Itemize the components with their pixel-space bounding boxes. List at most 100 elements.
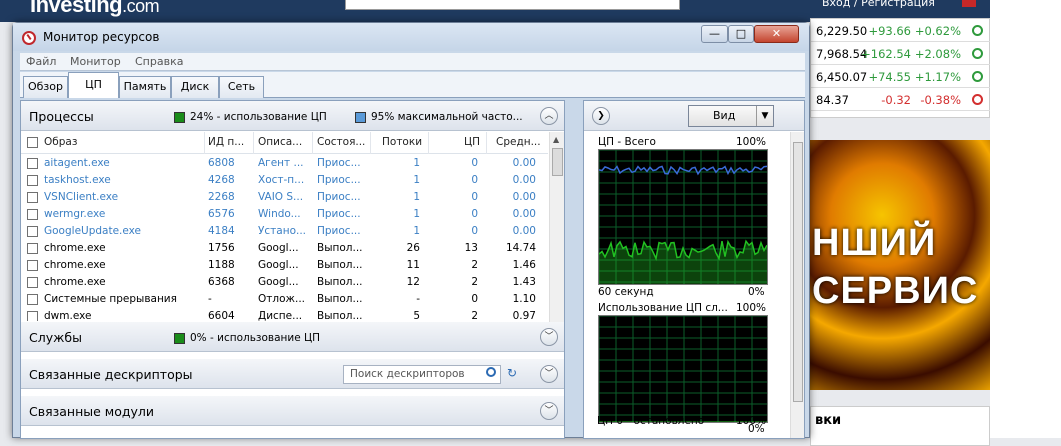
modules-header[interactable]: Связанные модули ﹀	[21, 396, 564, 426]
table-row[interactable]: chrome.exe 1188 Googl... Выпол... 11 2 1.46	[21, 257, 548, 274]
view-dropdown-icon[interactable]: ▼	[756, 106, 773, 126]
menu-monitor[interactable]: Монитор	[70, 55, 121, 68]
row-checkbox[interactable]	[27, 158, 38, 169]
table-row[interactable]: VSNClient.exe 2268 VAIO S... Приос... 1 0 0.00	[21, 189, 548, 206]
scroll-thumb[interactable]	[552, 148, 563, 176]
ad-banner[interactable]	[810, 140, 990, 390]
handles-header[interactable]: Связанные дескрипторы Поиск дескрипторов…	[21, 359, 564, 389]
col-pid[interactable]: ИД п...	[208, 136, 244, 148]
col-average-cpu[interactable]: Средн...	[496, 136, 541, 148]
row-checkbox[interactable]	[27, 311, 38, 321]
row-checkbox[interactable]	[27, 175, 38, 186]
table-row[interactable]: GoogleUpdate.exe 4184 Устано... Приос... 1 0 0…	[21, 223, 548, 240]
cell-desc: Отлож...	[258, 293, 305, 305]
cell-pid: 6604	[208, 310, 235, 321]
cell-image: chrome.exe	[44, 259, 106, 271]
tab-network[interactable]: Сеть	[219, 76, 264, 98]
table-row[interactable]: chrome.exe 1756 Googl... Выпол... 26 13 14.74	[21, 240, 548, 257]
quote-change: +74.55	[868, 70, 911, 84]
quote-row[interactable]: 84.37 -0.32 -0.38%	[811, 88, 991, 111]
col-cpu[interactable]: ЦП	[464, 136, 480, 148]
graph1-min: 0%	[748, 286, 765, 298]
quote-row[interactable]: 7,968.54 +162.54 +2.08%	[811, 42, 991, 65]
left-pane: Процессы 24% - использование ЦП 95% макс…	[20, 100, 565, 439]
ad-text-line2: СЕРВИС	[812, 270, 979, 312]
minimize-button[interactable]: —	[701, 25, 728, 43]
menu-file[interactable]: Файл	[26, 55, 56, 68]
col-threads[interactable]: Потоки	[382, 136, 422, 148]
close-button[interactable]: ✕	[754, 25, 799, 43]
cell-pid: 4184	[208, 225, 235, 237]
login-link[interactable]: Вход / Регистрация	[822, 0, 935, 9]
title-bar[interactable]: Монитор ресурсов — □ ✕	[13, 23, 809, 51]
quote-change: +162.54	[861, 47, 911, 61]
handles-search-input[interactable]: Поиск дескрипторов	[343, 365, 501, 384]
cell-threads: 26	[406, 242, 420, 254]
cell-desc: Агент ...	[258, 157, 304, 169]
table-row[interactable]: chrome.exe 6368 Googl... Выпол... 12 2 1.43	[21, 274, 548, 291]
menu-help[interactable]: Справка	[135, 55, 183, 68]
row-checkbox[interactable]	[27, 226, 38, 237]
graphs-scroll-thumb[interactable]	[793, 142, 803, 402]
max-frequency-legend: 95% максимальной часто...	[371, 111, 523, 123]
cell-desc: Googl...	[258, 242, 299, 254]
scroll-up-icon[interactable]: ▲	[553, 135, 559, 144]
tab-memory[interactable]: Память	[119, 76, 171, 98]
cell-threads: 1	[413, 208, 420, 220]
quote-row[interactable]: 6,450.07 +74.55 +1.17%	[811, 65, 991, 88]
tab-overview[interactable]: Обзор	[23, 76, 68, 98]
browser-search-box[interactable]	[345, 0, 680, 10]
cell-state: Приос...	[317, 174, 361, 186]
row-checkbox[interactable]	[27, 260, 38, 271]
col-state[interactable]: Состоя...	[317, 136, 365, 148]
flag-icon[interactable]	[962, 0, 976, 7]
cell-state: Приос...	[317, 157, 361, 169]
table-row[interactable]: wermgr.exe 6576 Windo... Приос... 1 0 0.00	[21, 206, 548, 223]
view-button-label: Вид	[713, 109, 736, 122]
search-icon[interactable]	[486, 367, 496, 377]
cell-pid: 2268	[208, 191, 235, 203]
select-all-checkbox[interactable]	[27, 137, 38, 148]
row-checkbox[interactable]	[27, 209, 38, 220]
col-image[interactable]: Образ	[44, 136, 77, 148]
row-checkbox[interactable]	[27, 192, 38, 203]
table-row[interactable]: Системные прерывания - Отлож... Выпол... - 0 1…	[21, 291, 548, 308]
row-checkbox[interactable]	[27, 277, 38, 288]
cell-threads: 11	[406, 259, 420, 271]
tab-disk[interactable]: Диск	[171, 76, 219, 98]
table-row[interactable]: aitagent.exe 6808 Агент ... Приос... 1 0 0.00	[21, 155, 548, 172]
cell-cpu: 0	[471, 174, 478, 186]
processes-scrollbar[interactable]: ▲	[549, 132, 564, 322]
max-frequency-line	[599, 165, 767, 176]
quote-row[interactable]: 6,229.50 +93.66 +0.62%	[811, 19, 991, 42]
processes-header[interactable]: Процессы 24% - использование ЦП 95% макс…	[21, 101, 564, 131]
table-row[interactable]: dwm.exe 6604 Диспе... Выпол... 5 2 0.97	[21, 308, 548, 321]
tab-cpu[interactable]: ЦП	[68, 72, 119, 98]
refresh-icon[interactable]: ↻	[507, 367, 521, 381]
maximize-button[interactable]: □	[728, 25, 754, 43]
expand-services-icon[interactable]: ﹀	[540, 328, 558, 346]
col-description[interactable]: Описа...	[258, 136, 302, 148]
investing-logo[interactable]: Investing.com	[30, 0, 160, 18]
cell-avg: 0.97	[512, 310, 536, 321]
graphs-scrollbar[interactable]	[790, 132, 804, 438]
cell-cpu: 13	[464, 242, 478, 254]
expand-handles-icon[interactable]: ﹀	[540, 365, 558, 383]
collapse-processes-icon[interactable]: ︿	[540, 107, 558, 125]
row-checkbox[interactable]	[27, 243, 38, 254]
cell-state: Выпол...	[317, 293, 363, 305]
collapse-graphs-icon[interactable]: ❯	[592, 107, 610, 125]
menu-bar: Файл Монитор Справка	[20, 53, 805, 71]
row-checkbox[interactable]	[27, 294, 38, 305]
cell-image: chrome.exe	[44, 242, 106, 254]
handles-title: Связанные дескрипторы	[29, 367, 193, 382]
quote-price: 7,968.54	[816, 47, 868, 61]
services-header[interactable]: Службы 0% - использование ЦП ﹀	[21, 322, 564, 352]
resource-monitor-icon	[22, 31, 36, 45]
expand-modules-icon[interactable]: ﹀	[540, 402, 558, 420]
cell-cpu: 0	[471, 225, 478, 237]
table-row[interactable]: taskhost.exe 4268 Хост-п... Приос... 1 0 0.00	[21, 172, 548, 189]
cell-state: Приос...	[317, 225, 361, 237]
processes-column-header: Образ ИД п... Описа... Состоя... Потоки …	[21, 132, 548, 154]
cell-image: Системные прерывания	[44, 293, 177, 305]
